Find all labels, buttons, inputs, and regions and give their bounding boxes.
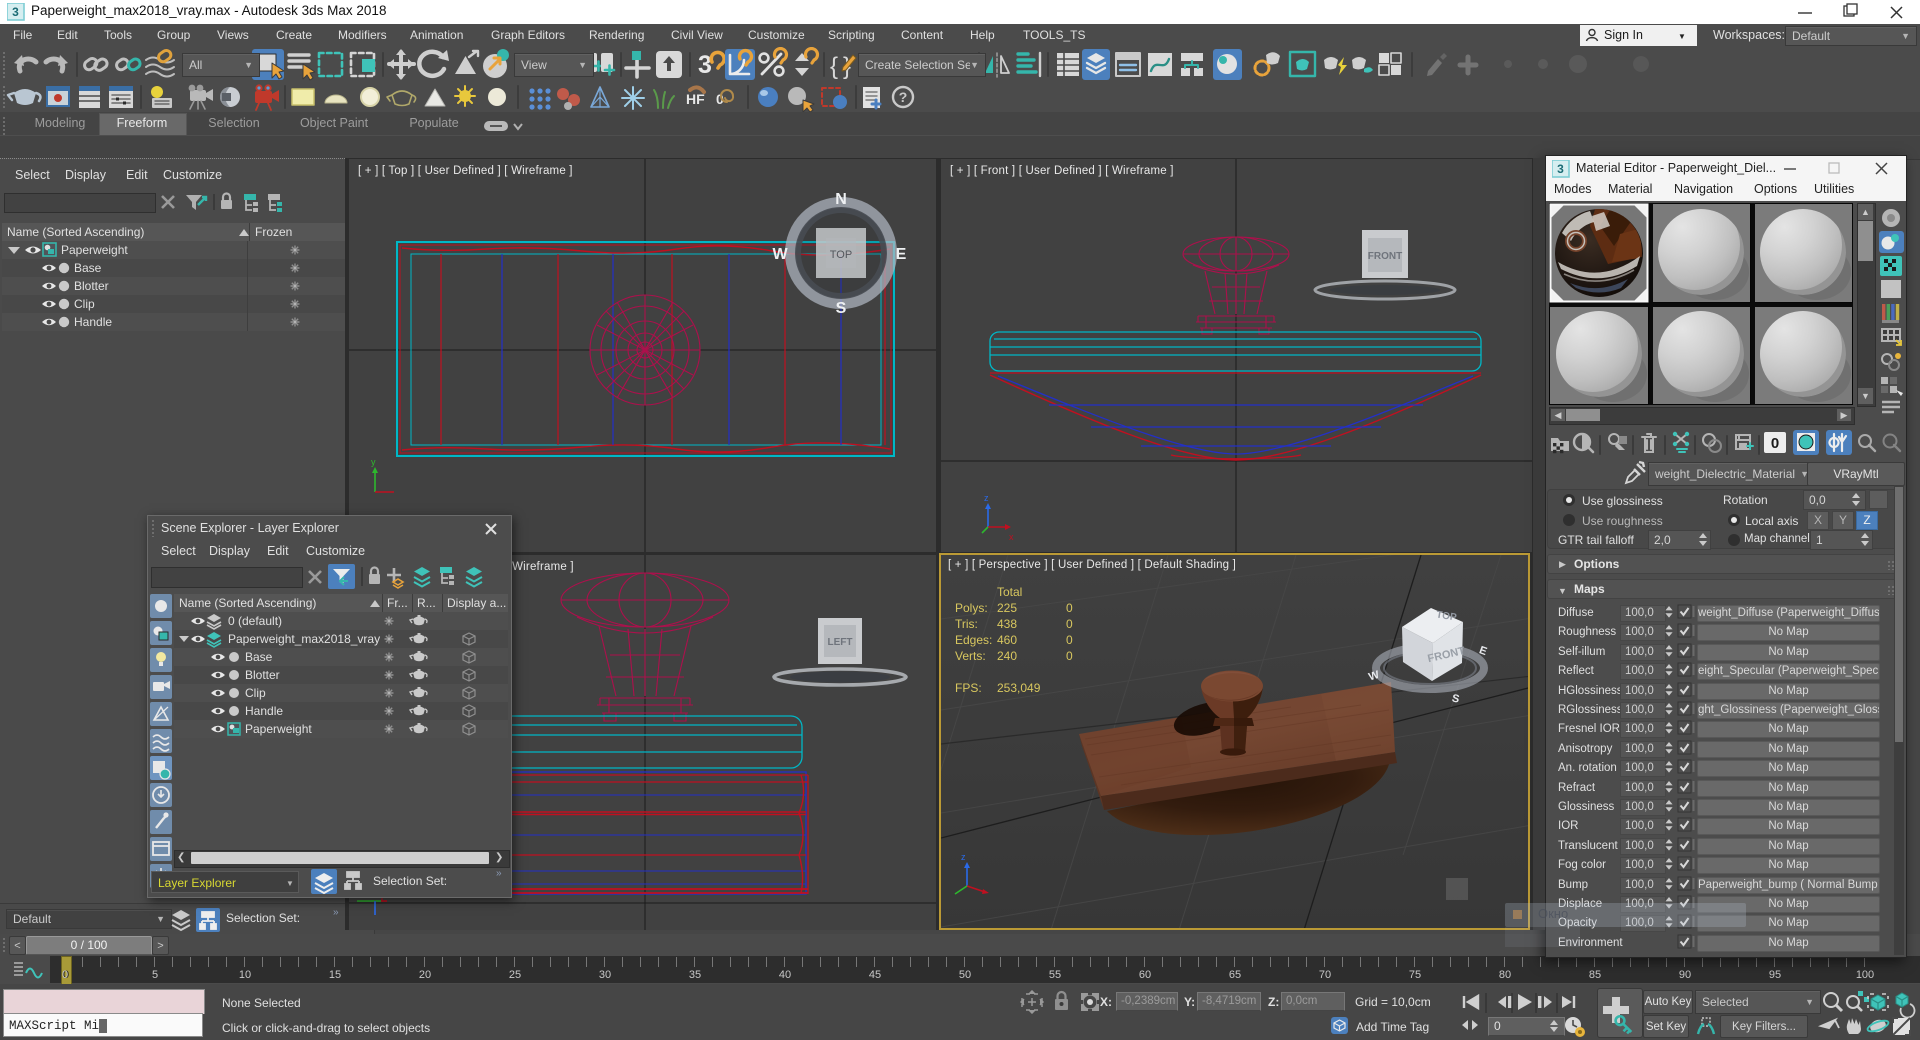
svg-text:3: 3 bbox=[1557, 162, 1564, 176]
svg-text:W: W bbox=[772, 246, 788, 263]
svg-text:y: y bbox=[371, 457, 376, 467]
svg-text:?: ? bbox=[899, 89, 908, 105]
svg-text:N: N bbox=[835, 191, 847, 208]
svg-text:HF: HF bbox=[686, 91, 705, 107]
svg-text:3: 3 bbox=[698, 51, 712, 79]
svg-text:FRONT: FRONT bbox=[1368, 251, 1402, 262]
svg-text:z: z bbox=[984, 493, 989, 503]
svg-text:{: { bbox=[830, 53, 838, 80]
svg-text:x: x bbox=[1009, 532, 1014, 542]
svg-text:3: 3 bbox=[12, 5, 19, 19]
svg-text:E: E bbox=[896, 246, 907, 263]
svg-text:S: S bbox=[836, 300, 847, 317]
svg-text:TOP: TOP bbox=[830, 249, 852, 261]
